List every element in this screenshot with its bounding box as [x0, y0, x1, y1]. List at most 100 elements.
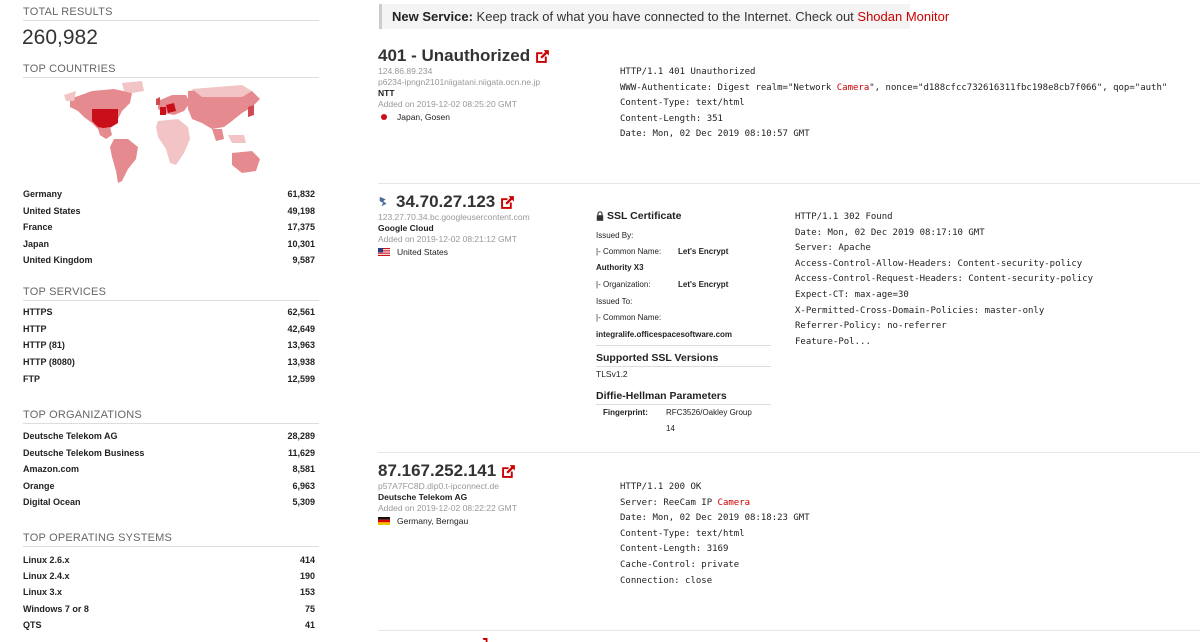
external-link-icon[interactable] [534, 48, 551, 65]
location-text[interactable]: Japan, Gosen [397, 112, 450, 122]
facet-row[interactable]: HTTPS 62,561 [23, 307, 315, 323]
result-title[interactable]: 87.167.252.141 [378, 461, 517, 481]
ssl-cn-value: Let's Encrypt [678, 247, 729, 256]
map-region-russia[interactable] [192, 85, 252, 97]
facet-count: 190 [299, 571, 315, 581]
result-hostname: 123.27.70.34.bc.googleusercontent.com [378, 212, 530, 222]
map-region-south-america[interactable] [110, 139, 138, 183]
facet-count: 61,832 [287, 189, 315, 199]
facet-row[interactable]: Deutsche Telekom Business 11,629 [23, 448, 315, 464]
facet-row[interactable]: Deutsche Telekom AG 28,289 [23, 431, 315, 447]
facet-label: United States [23, 206, 81, 216]
location-text[interactable]: United States [397, 247, 448, 257]
divider [23, 300, 319, 301]
result-divider [378, 183, 1200, 184]
ssl-versions-heading: Supported SSL Versions [596, 352, 719, 364]
facet-row[interactable]: QTS 41 [23, 620, 315, 636]
external-link-icon[interactable] [473, 636, 490, 642]
service-logo-icon [379, 196, 387, 207]
map-region-africa[interactable] [156, 119, 190, 165]
facet-row[interactable]: Japan 10,301 [23, 239, 315, 255]
result-title-text[interactable]: 87.167.252.141 [378, 461, 496, 481]
banner-line: Date: Mon, 02 Dec 2019 08:18:23 GMT [620, 513, 810, 524]
map-region-uk[interactable] [156, 97, 160, 105]
facet-count: 13,963 [287, 340, 315, 350]
facet-row[interactable]: Digital Ocean 5,309 [23, 497, 315, 513]
facet-row[interactable]: Windows 7 or 8 75 [23, 604, 315, 620]
external-link-icon[interactable] [500, 463, 517, 480]
result-title[interactable]: 34.70.27.123 [378, 192, 516, 212]
result-org[interactable]: Deutsche Telekom AG [378, 492, 467, 502]
location-text[interactable]: Germany, Berngau [397, 516, 468, 526]
banner-line: HTTP/1.1 302 Found [795, 212, 893, 222]
banner-line: ", nonce="d188cfcc732616311fbc198e8cb7f0… [869, 82, 1168, 93]
divider [596, 345, 771, 346]
result-title-text[interactable]: 401 - Unauthorized [378, 46, 530, 66]
facet-row[interactable]: Orange 6,963 [23, 481, 315, 497]
facet-row[interactable]: United States 49,198 [23, 206, 315, 222]
result-location: Japan, Gosen [378, 112, 450, 122]
facet-count: 9,587 [292, 255, 315, 265]
total-results-label: TOTAL RESULTS [23, 6, 113, 18]
facet-row[interactable]: FTP 12,599 [23, 374, 315, 390]
facet-row[interactable]: HTTP (81) 13,963 [23, 340, 315, 356]
result-added-date: Added on 2019-12-02 08:22:22 GMT [378, 503, 517, 513]
ssl-issued-to-label: Issued To: [596, 297, 633, 306]
result-divider [378, 630, 1200, 631]
facet-row[interactable]: United Kingdom 9,587 [23, 255, 315, 271]
facet-label: HTTP [23, 324, 47, 334]
banner-line: Server: ReeCam IP [620, 497, 718, 508]
map-region-japan[interactable] [248, 105, 254, 117]
facet-row[interactable]: Linux 2.4.x 190 [23, 571, 315, 587]
map-region-australia[interactable] [232, 151, 260, 173]
facet-count: 75 [304, 604, 315, 614]
facet-count: 17,375 [287, 222, 315, 232]
facet-count: 62,561 [287, 307, 315, 317]
divider [23, 423, 319, 424]
flag-japan-icon [378, 113, 390, 121]
facet-label: Windows 7 or 8 [23, 604, 89, 614]
facet-label: United Kingdom [23, 255, 93, 265]
facet-row[interactable]: France 17,375 [23, 222, 315, 238]
facet-row[interactable]: Germany 61,832 [23, 189, 315, 205]
result-location: United States [378, 247, 448, 257]
facet-count: 12,599 [287, 374, 315, 384]
facet-row[interactable]: Amazon.com 8,581 [23, 464, 315, 480]
facet-label: FTP [23, 374, 40, 384]
world-map[interactable] [52, 77, 272, 191]
ssl-org-value: Let's Encrypt [678, 280, 729, 289]
banner-line: Date: Mon, 02 Dec 2019 08:17:10 GMT [795, 227, 985, 238]
facet-count: 42,649 [287, 324, 315, 334]
result-title-text[interactable]: 34.70.27.123 [396, 192, 495, 212]
facet-row[interactable]: HTTP (8080) 13,938 [23, 357, 315, 373]
facet-count: 414 [299, 555, 315, 565]
map-region-southeast-asia[interactable] [228, 135, 246, 143]
facet-row[interactable]: Linux 3.x 153 [23, 587, 315, 603]
service-banner: HTTP/1.1 401 Unauthorized WWW-Authentica… [620, 65, 1167, 143]
result-org[interactable]: NTT [378, 88, 395, 98]
map-region-greenland[interactable] [122, 81, 144, 93]
facet-label: HTTPS [23, 307, 53, 317]
facet-count: 10,301 [287, 239, 315, 249]
external-link-icon[interactable] [499, 194, 516, 211]
dh-parameters-heading: Diffie-Hellman Parameters [596, 390, 727, 402]
result-title[interactable]: 401 - Unauthorized [378, 46, 551, 66]
flag-us-icon [378, 248, 390, 256]
search-result: 87.167.252.141 p57A7FC8D.dip0.t-ipconnec… [378, 461, 1200, 591]
ssl-cn-value-continued: Authority X3 [596, 263, 644, 272]
shodan-monitor-link[interactable]: Shodan Monitor [857, 9, 949, 24]
banner-highlight: Camera [836, 82, 870, 93]
top-countries-title: TOP COUNTRIES [23, 63, 116, 75]
facet-row[interactable]: Linux 2.6.x 414 [23, 555, 315, 571]
facet-label: Linux 2.6.x [23, 555, 70, 565]
map-region-france[interactable] [160, 107, 166, 115]
result-added-date: Added on 2019-12-02 08:25:20 GMT [378, 99, 517, 109]
facet-label: Amazon.com [23, 464, 80, 474]
map-region-india[interactable] [212, 129, 224, 141]
result-org[interactable]: Google Cloud [378, 223, 434, 233]
map-region-mexico[interactable] [98, 127, 112, 139]
ssl-certificate-heading: SSL Certificate [596, 210, 682, 222]
ssl-cn-label: |- Common Name: [596, 247, 662, 256]
map-region-alaska[interactable] [64, 91, 76, 101]
facet-row[interactable]: HTTP 42,649 [23, 324, 315, 340]
